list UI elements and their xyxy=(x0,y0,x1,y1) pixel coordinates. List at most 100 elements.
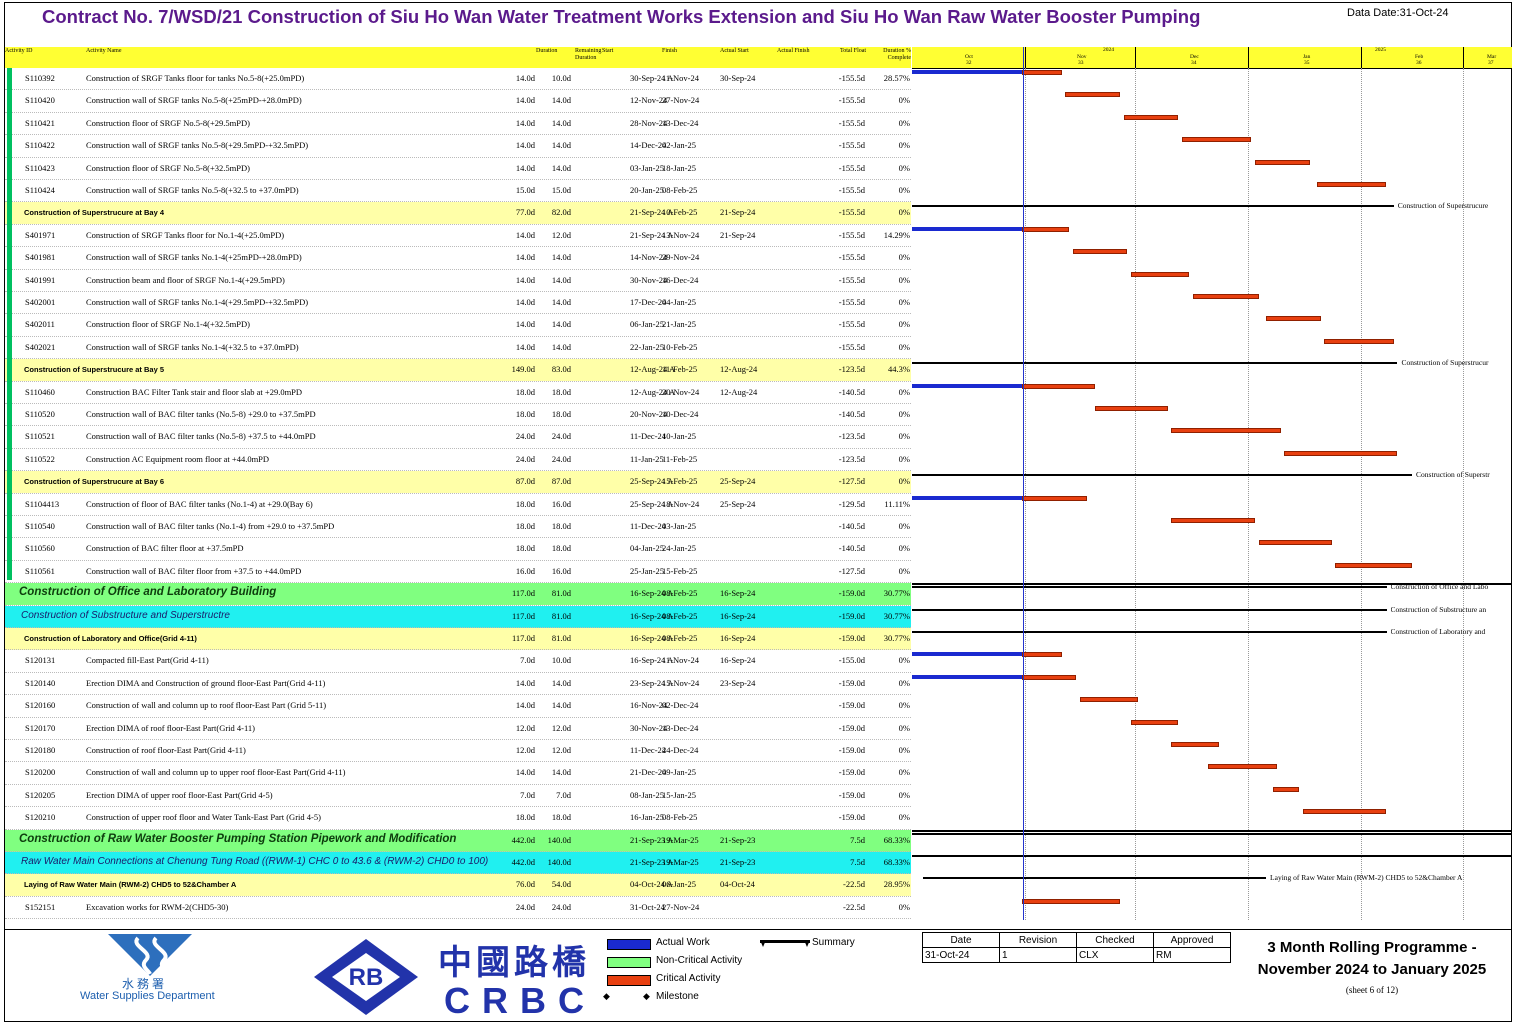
critical-activity-bar[interactable] xyxy=(1065,92,1121,98)
critical-activity-bar[interactable] xyxy=(1021,652,1062,658)
cell-tf: -129.5d xyxy=(838,498,865,509)
table-row[interactable]: S402011 Construction floor of SRGF No.1-4… xyxy=(5,314,911,337)
table-row[interactable]: S120205 Erection DIMA of upper roof floor… xyxy=(5,784,911,807)
cell-rd: 14.0d xyxy=(551,677,571,688)
table-row[interactable]: S110424 Construction wall of SRGF tanks N… xyxy=(5,180,911,202)
cell-start: 31-Oct-24 xyxy=(630,901,665,912)
table-row[interactable]: S110392 Construction of SRGF Tanks floor … xyxy=(5,68,911,90)
table-row[interactable]: S110422 Construction wall of SRGF tanks N… xyxy=(5,135,911,158)
table-row[interactable]: S110522 Construction AC Equipment room fl… xyxy=(5,448,911,471)
cell-name: Construction BAC Filter Tank stair and f… xyxy=(86,386,303,397)
table-row[interactable]: S402021 Construction wall of SRGF tanks N… xyxy=(5,336,911,359)
cell-start: 22-Jan-25 xyxy=(630,341,664,352)
critical-activity-bar[interactable] xyxy=(1131,271,1190,277)
cell-finish: 27-Nov-24 xyxy=(662,901,700,912)
table-row[interactable]: S1104413 Construction of floor of BAC fil… xyxy=(5,493,911,516)
cell-pc: 0% xyxy=(898,543,910,554)
cell-pc: 30.77% xyxy=(883,633,910,643)
wbs-summary-row[interactable]: Construction of Laboratory and Office(Gr… xyxy=(5,628,911,650)
table-row[interactable]: S401971 Construction of SRGF Tanks floor … xyxy=(5,224,911,247)
critical-activity-bar[interactable] xyxy=(1182,137,1252,143)
critical-activity-bar[interactable] xyxy=(1094,406,1168,411)
critical-activity-bar[interactable] xyxy=(1266,316,1321,322)
cell-finish: 21-Jan-25 xyxy=(662,319,696,330)
wbs-summary-row[interactable]: Construction of Raw Water Booster Pumpin… xyxy=(5,829,911,852)
actual-work-bar[interactable] xyxy=(912,70,1022,74)
table-row[interactable]: S152151 Excavation works for RWM-2(CHD5-3… xyxy=(5,896,911,919)
table-row[interactable]: S402001 Construction wall of SRGF tanks N… xyxy=(5,292,911,314)
critical-activity-bar[interactable] xyxy=(1072,249,1128,255)
col-id-header: Activity ID xyxy=(5,48,33,54)
cell-rd: 15.0d xyxy=(551,185,571,195)
critical-activity-bar[interactable] xyxy=(1171,428,1281,434)
table-row[interactable]: S110560 Construction of BAC filter floor … xyxy=(5,538,911,561)
summary-bar[interactable] xyxy=(912,832,1512,835)
wbs-summary-row[interactable]: Construction of Superstrucure at Bay 4 77… xyxy=(5,202,911,225)
table-row[interactable]: S120170 Erection DIMA of roof floor-East … xyxy=(5,717,911,740)
table-row[interactable]: S120180 Construction of roof floor-East P… xyxy=(5,740,911,762)
table-row[interactable]: S401991 Construction beam and floor of SR… xyxy=(5,269,911,292)
critical-activity-bar[interactable] xyxy=(1193,294,1259,299)
wbs-summary-row[interactable]: Construction of Substructure and Superst… xyxy=(5,605,911,628)
critical-activity-bar[interactable] xyxy=(1021,70,1062,75)
table-row[interactable]: S110420 Construction wall of SRGF tanks N… xyxy=(5,90,911,113)
critical-activity-bar[interactable] xyxy=(1021,495,1088,501)
critical-activity-bar[interactable] xyxy=(1335,562,1413,568)
summary-bar[interactable] xyxy=(922,877,1267,880)
summary-bar[interactable] xyxy=(912,474,1413,477)
wbs-summary-row[interactable]: Laying of Raw Water Main (RWM-2) CHD5 to… xyxy=(5,874,911,897)
critical-activity-bar[interactable] xyxy=(1302,809,1387,815)
cell-id: S110520 xyxy=(25,409,55,419)
table-row[interactable]: S120210 Construction of upper roof floor … xyxy=(5,807,911,830)
actual-work-bar[interactable] xyxy=(912,383,1022,388)
critical-activity-bar[interactable] xyxy=(1079,697,1139,703)
critical-activity-bar[interactable] xyxy=(1317,182,1387,187)
wsd-english-name: Water Supplies Department xyxy=(80,990,215,1002)
actual-work-bar[interactable] xyxy=(912,674,1022,679)
critical-activity-bar[interactable] xyxy=(1284,450,1398,456)
actual-work-bar[interactable] xyxy=(912,495,1022,500)
critical-activity-bar[interactable] xyxy=(1324,338,1394,344)
actual-work-bar[interactable] xyxy=(912,226,1022,231)
summary-bar[interactable] xyxy=(912,586,1387,589)
critical-activity-bar[interactable] xyxy=(1273,786,1299,792)
table-row[interactable]: S110561 Construction wall of BAC filter f… xyxy=(5,560,911,583)
wbs-summary-row[interactable]: Raw Water Main Connections at Chenung Tu… xyxy=(5,852,911,874)
summary-bar[interactable] xyxy=(912,608,1387,611)
wbs-summary-row[interactable]: Construction of Superstrucure at Bay 6 87… xyxy=(5,471,911,494)
table-row[interactable]: S120131 Compacted fill-East Part(Grid 4-1… xyxy=(5,650,911,673)
summary-bar[interactable] xyxy=(912,631,1387,633)
cell-rd: 87.0d xyxy=(551,476,571,487)
critical-activity-bar[interactable] xyxy=(1171,518,1256,523)
cell-finish: 03-Jan-25 xyxy=(662,521,696,531)
critical-activity-bar[interactable] xyxy=(1207,764,1277,770)
table-row[interactable]: S120200 Construction of wall and column u… xyxy=(5,762,911,785)
critical-activity-bar[interactable] xyxy=(1021,226,1069,232)
critical-activity-bar[interactable] xyxy=(1123,114,1179,120)
table-row[interactable]: S110423 Construction floor of SRGF No.5-8… xyxy=(5,157,911,180)
table-row[interactable]: S120140 Erection DIMA and Construction of… xyxy=(5,672,911,695)
critical-activity-bar[interactable] xyxy=(1021,383,1095,389)
table-row[interactable]: S110421 Construction floor of SRGF No.5-8… xyxy=(5,112,911,135)
cell-od: 24.0d xyxy=(515,453,535,464)
summary-bar[interactable] xyxy=(912,855,1512,857)
critical-activity-bar[interactable] xyxy=(1021,674,1077,680)
table-row[interactable]: S110460 Construction BAC Filter Tank stai… xyxy=(5,381,911,404)
critical-activity-bar[interactable] xyxy=(1258,540,1332,546)
table-row[interactable]: S110520 Construction wall of BAC filter t… xyxy=(5,404,911,426)
table-row[interactable]: S110540 Construction wall of BAC filter t… xyxy=(5,516,911,538)
table-row[interactable]: S401981 Construction wall of SRGF tanks N… xyxy=(5,247,911,270)
summary-bar[interactable] xyxy=(912,205,1394,208)
critical-activity-bar[interactable] xyxy=(1131,719,1179,725)
actual-work-bar[interactable] xyxy=(912,652,1022,657)
wbs-summary-row[interactable]: Construction of Superstrucure at Bay 5 14… xyxy=(5,359,911,382)
table-row[interactable]: S120160 Construction of wall and column u… xyxy=(5,695,911,718)
cell-name: Construction of SRGF Tanks floor for No.… xyxy=(86,229,285,240)
wbs-summary-row[interactable]: Construction of Office and Laboratory Bu… xyxy=(5,583,911,606)
cell-tf: -127.5d xyxy=(838,476,865,487)
table-row[interactable]: S110521 Construction wall of BAC filter t… xyxy=(5,426,911,449)
critical-activity-bar[interactable] xyxy=(1255,159,1310,165)
summary-bar[interactable] xyxy=(912,362,1398,365)
critical-activity-bar[interactable] xyxy=(1021,898,1121,904)
critical-activity-bar[interactable] xyxy=(1171,742,1219,747)
